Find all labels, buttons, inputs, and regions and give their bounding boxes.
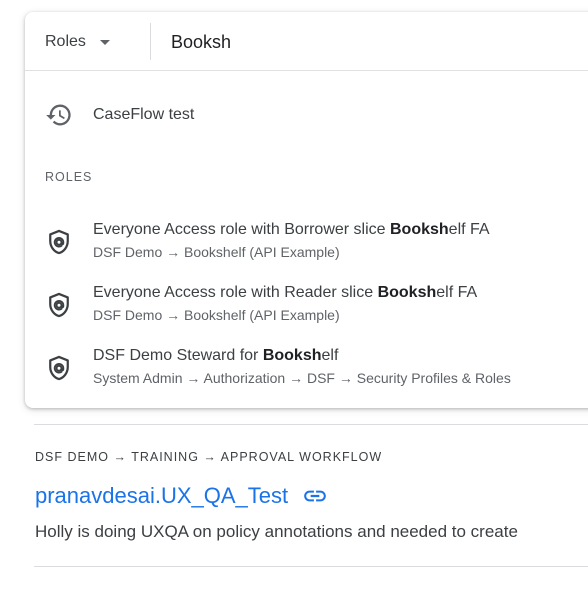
scope-dropdown-label: Roles (45, 33, 86, 50)
role-title-rest: elf FA (448, 221, 490, 238)
shield-at-icon (49, 229, 69, 255)
role-suggestion-item[interactable]: DSF Demo Steward for Bookshelf System Ad… (25, 347, 588, 391)
role-path: DSF Demo → Bookshelf (API Example) (93, 244, 340, 260)
shield-at-icon (49, 355, 69, 381)
result-breadcrumb: DSF DEMO → TRAINING → APPROVAL WORKFLOW (35, 450, 383, 464)
role-title-rest: elf (321, 347, 339, 364)
role-suggestion-item[interactable]: Everyone Access role with Borrower slice… (25, 221, 588, 265)
history-icon (46, 104, 71, 126)
search-bar: Roles (25, 12, 588, 71)
role-title-match: Booksh (390, 221, 449, 238)
role-title-match: Booksh (262, 347, 322, 364)
role-title-text: DSF Demo Steward for (93, 347, 263, 364)
recent-search-label: CaseFlow test (93, 106, 195, 123)
link-icon[interactable] (302, 483, 328, 509)
result-top-divider (34, 424, 588, 425)
result-bottom-divider (34, 566, 588, 567)
result-title-link[interactable]: pranavdesai.UX_QA_Test (35, 483, 288, 509)
role-title-text: Everyone Access role with Borrower slice (93, 221, 390, 238)
role-path: System Admin → Authorization → DSF → Sec… (93, 370, 511, 386)
search-bar-divider (150, 23, 151, 60)
recent-search-item[interactable]: CaseFlow test (25, 100, 588, 130)
role-suggestion-item[interactable]: Everyone Access role with Reader slice B… (25, 284, 588, 328)
search-input[interactable] (171, 28, 588, 56)
role-title: DSF Demo Steward for Bookshelf (93, 347, 338, 365)
role-title: Everyone Access role with Borrower slice… (93, 221, 490, 239)
role-title-text: Everyone Access role with Reader slice (93, 284, 378, 301)
search-dropdown-card: Roles CaseFlow test ROLES Everyone Acces… (25, 12, 588, 408)
shield-at-icon (49, 292, 69, 318)
caret-down-icon (99, 39, 110, 45)
role-title: Everyone Access role with Reader slice B… (93, 284, 477, 302)
role-path: DSF Demo → Bookshelf (API Example) (93, 307, 340, 323)
scope-dropdown[interactable]: Roles (45, 30, 110, 54)
role-title-rest: elf FA (436, 284, 478, 301)
result-description: Holly is doing UXQA on policy annotation… (35, 522, 518, 541)
roles-section-heading: ROLES (45, 170, 93, 184)
result-title-row: pranavdesai.UX_QA_Test (35, 483, 328, 509)
role-title-match: Booksh (377, 284, 437, 301)
